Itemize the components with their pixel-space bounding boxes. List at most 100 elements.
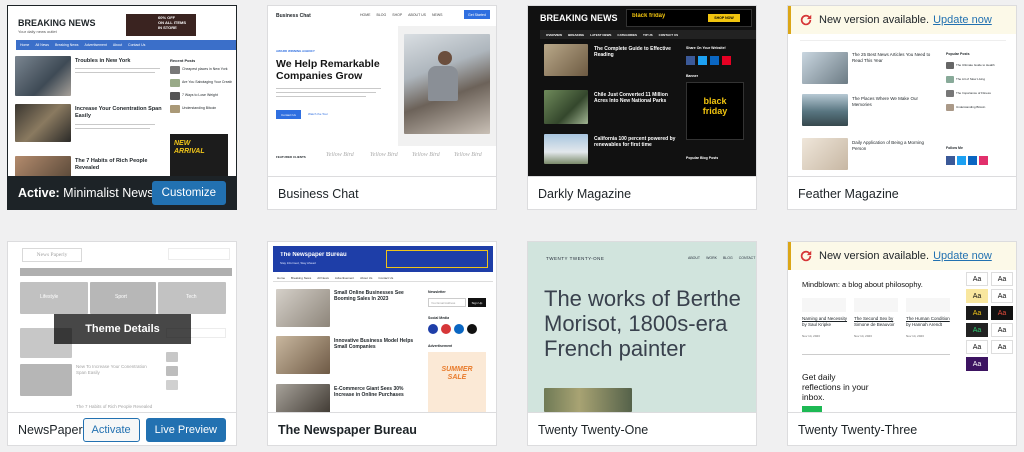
nav-item: Contact Us [378,275,394,280]
theme-screenshot[interactable]: BREAKING NEWS black friday SHOP NOW OVER… [528,6,756,176]
update-now-link[interactable]: Update now [933,250,992,262]
theme-card-business-chat[interactable]: Business Chat HOME BLOG SHOP ABOUT US NE… [267,5,497,210]
theme-card-newspaperly[interactable]: News Paperly Lifestyle Sport Tech New To… [7,241,237,446]
theme-screenshot[interactable]: The Newspaper Bureau Stay Informed, Stay… [268,242,496,412]
preview-site-title: TWENTY TWENTY-ONE [546,256,605,261]
theme-card-darkly-magazine[interactable]: BREAKING NEWS black friday SHOP NOW OVER… [527,5,757,210]
style-swatch[interactable]: Aa [991,323,1013,337]
style-swatch[interactable]: Aa [966,289,988,303]
preview-signup-button: Sign Up [468,298,486,307]
nav-item: ABOUT US [408,13,426,17]
preview-popular-item: The Art of Slow Living [956,77,986,81]
preview-headline: We Help Remarkable Companies Grow [276,58,380,82]
style-swatch[interactable]: Aa [966,340,988,354]
preview-post-title: Increase Your Conentration Span Easily [75,106,162,119]
preview-sidebar-item: 7 Ways to Lose Weight [182,93,218,97]
nav-item: OVERVIEW [546,32,563,37]
style-swatch[interactable]: Aa [966,272,988,286]
nav-item: ABOUT [688,256,701,260]
preview-sidebar-item: Understanding Bitcoin [182,106,217,110]
preview-post-image [276,384,330,412]
style-swatch[interactable]: Aa [991,272,1013,286]
theme-screenshot[interactable]: TWENTY TWENTY-ONE ABOUT WORK BLOG CONTAC… [528,242,756,412]
nav-item: BLOG [722,256,733,260]
nav-item: HOME [360,13,371,17]
theme-screenshot[interactable]: BREAKING NEWS Your daily news outlet 60%… [8,6,236,176]
theme-card-feather-magazine[interactable]: New version available. Update now The 25… [787,5,1017,210]
swatch-label: Aa [997,292,1007,300]
style-swatch[interactable]: Aa [991,340,1013,354]
preview-nav: OVERVIEW BREAKING LATEST NEWS CATEGORIES… [540,30,756,39]
swatch-label: Aa [997,275,1007,283]
preview-post-date: Nov 14, 2023 [802,334,820,338]
theme-name: Twenty Twenty-Three [798,422,918,437]
update-notice: New version available. Update now [788,6,1016,34]
live-preview-button[interactable]: Live Preview [145,417,226,442]
preview-cta: Get daily reflections in your inbox. [802,372,869,402]
preview-popular-item: The Importance of Fitness [956,91,991,95]
swatch-label: Aa [972,360,982,368]
theme-card-twenty-twenty-one[interactable]: TWENTY TWENTY-ONE ABOUT WORK BLOG CONTAC… [527,241,757,446]
preview-popular-item: The Ultimate Guide to Health [956,63,995,67]
customize-button[interactable]: Customize [151,181,226,205]
preview-blog-title: Mindblown: a blog about philosophy. [802,280,923,289]
theme-name-text: Minimalist Newspaper [63,186,152,200]
preview-nav: HOME BLOG SHOP ABOUT US NEWS [360,13,442,17]
theme-screenshot[interactable]: New version available. Update now The 25… [788,6,1016,176]
theme-screenshot[interactable]: New version available. Update now Mindbl… [788,242,1016,412]
swatch-label: Aa [997,326,1007,334]
theme-screenshot[interactable]: Business Chat HOME BLOG SHOP ABOUT US NE… [268,6,496,176]
preview-post-image [15,56,71,96]
preview-post-title: Chile Just Converted 11 Million Acres In… [594,92,668,104]
preview-banner-text: black friday [702,96,728,116]
swatch-label: Aa [972,309,982,317]
theme-info-bar: Feather Magazine [788,176,1016,209]
preview-ad-text: SUMMER SALE [441,366,473,381]
activate-button[interactable]: Activate [82,417,140,442]
theme-name: Active: Minimalist Newspaper [18,186,152,200]
theme-screenshot[interactable]: News Paperly Lifestyle Sport Tech New To… [8,242,236,412]
preview-post-image [276,336,330,374]
nav-item: NEWS [431,13,443,17]
preview-email-placeholder: Your Email Address [431,300,456,305]
preview-post-image [15,104,71,142]
preview-post-image [544,90,588,124]
preview-ad-title: Advertisement [428,344,453,348]
preview-social-icons [946,156,988,165]
nav-item: About [112,43,123,47]
preview-headline: The works of Berthe Morisot, 1800s-era F… [544,286,741,361]
preview-post-title: The 7 Habits of Rich People Revealed [75,158,148,171]
preview-button: Contact Us [276,110,301,119]
preview-painting [544,388,632,412]
style-swatch[interactable]: Aa [991,289,1013,303]
preview-popular-title: Popular Posts [946,52,970,56]
swatch-label: Aa [997,309,1007,317]
update-now-link[interactable]: Update now [933,14,992,26]
nav-item: CONTACT US [658,32,679,37]
nav-item: TIP US [643,32,653,37]
style-swatch[interactable]: Aa [966,306,988,320]
theme-details-button[interactable]: Theme Details [54,314,191,344]
nav-item: Breaking News [54,43,79,47]
preview-promo-text: 60% OFF ON ALL ITEMS IN STORE [158,15,186,30]
theme-card-minimalist-newspaper[interactable]: BREAKING NEWS Your daily news outlet 60%… [7,5,237,210]
preview-post-title: Small Online Businesses See Booming Sale… [334,290,404,302]
style-swatch[interactable]: Aa [991,306,1013,320]
notice-text: New version available. [819,14,930,26]
preview-post-title: E-Commerce Giant Sees 30% Increase in On… [334,386,404,398]
theme-info-bar: Darkly Magazine [528,176,756,209]
preview-post-title: The Complete Guide to Effective Reading [594,46,671,58]
theme-card-the-newspaper-bureau[interactable]: The Newspaper Bureau Stay Informed, Stay… [267,241,497,446]
preview-post-title: Daily Application of Being a Morning Per… [852,140,925,151]
active-theme-bar: Active: Minimalist Newspaper Customize [8,176,236,209]
style-swatch[interactable]: Aa [966,357,988,371]
preview-newsletter-title: Newsletter [428,290,446,294]
theme-card-twenty-twenty-three[interactable]: New version available. Update now Mindbl… [787,241,1017,446]
preview-post-date: Nov 14, 2023 [906,334,924,338]
theme-actions-bar: NewsPaperly Activate Live Preview [8,412,236,445]
preview-post-image [544,44,588,76]
nav-item: BLOG [376,13,387,17]
nav-item: Home [20,43,30,47]
preview-eyebrow: AWARD WINNING AGENCY [276,49,315,53]
style-swatch[interactable]: Aa [966,323,988,337]
